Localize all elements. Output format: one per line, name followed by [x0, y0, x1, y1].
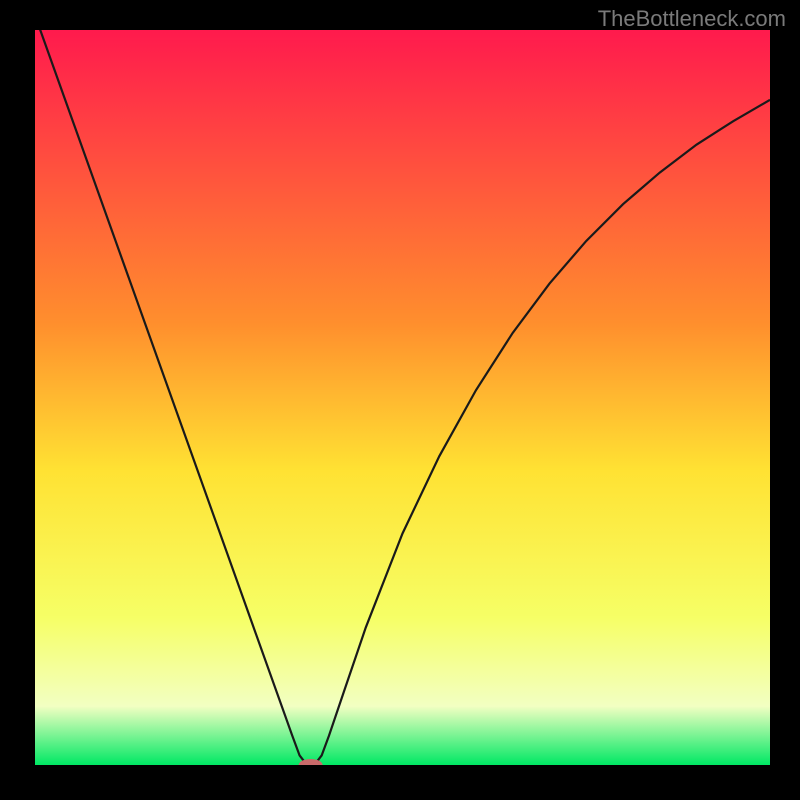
chart-container: TheBottleneck.com — [0, 0, 800, 800]
plot-background — [35, 30, 770, 765]
watermark-text: TheBottleneck.com — [598, 6, 786, 32]
bottleneck-chart — [0, 0, 800, 800]
optimal-marker — [299, 759, 323, 771]
